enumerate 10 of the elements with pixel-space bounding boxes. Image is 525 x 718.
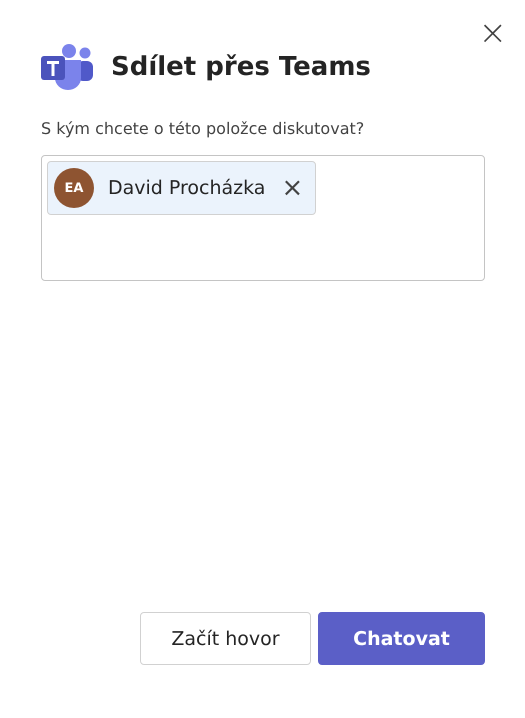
- avatar: EA: [54, 168, 94, 208]
- chat-button[interactable]: Chatovat: [318, 612, 485, 665]
- teams-logo-icon: [41, 44, 93, 90]
- recipient-name: David Procházka: [108, 177, 266, 199]
- prompt-label: S kým chcete o této položce diskutovat?: [41, 119, 366, 138]
- remove-button[interactable]: ×: [279, 175, 306, 201]
- close-button[interactable]: ×: [478, 18, 507, 48]
- call-button[interactable]: Začít hovor: [140, 612, 311, 665]
- recipient-field[interactable]: EA David Procházka ×: [41, 155, 485, 281]
- dialog-title: Sdílet přes Teams: [111, 52, 371, 82]
